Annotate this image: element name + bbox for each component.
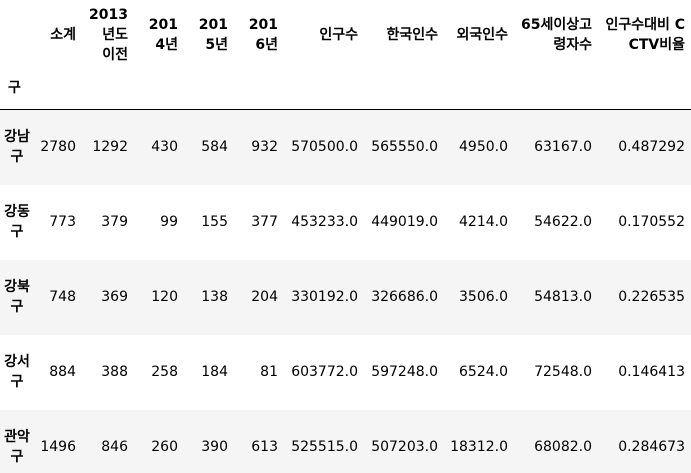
table-cell: 6524.0 xyxy=(459,364,508,380)
table-cell: 0.284673 xyxy=(618,439,685,455)
table-cell: 507203.0 xyxy=(371,439,438,455)
table-cell: 390 xyxy=(201,439,228,455)
table-cell: 155 xyxy=(201,214,228,230)
table-cell: 773 xyxy=(49,214,76,230)
table-cell: 846 xyxy=(101,439,128,455)
table-cell: 258 xyxy=(151,364,178,380)
table-cell: 260 xyxy=(151,439,178,455)
table-cell: 330192.0 xyxy=(291,289,358,305)
column-header-foreign-population: 외국인수 xyxy=(456,26,508,43)
dataframe-table: 소계 2013년도 이전 2014년 2015년 2016년 인구수 한국인수 … xyxy=(0,0,691,473)
table-cell: 565550.0 xyxy=(371,139,438,156)
column-header-cctv-ratio: 인구수대비 CCTV비율 xyxy=(605,16,685,53)
table-cell: 0.170552 xyxy=(618,214,685,230)
table-cell: 18312.0 xyxy=(450,439,508,455)
table-body: 강남구 2780 1292 430 584 932 570500.0 56555… xyxy=(0,109,691,473)
table-cell: 603772.0 xyxy=(291,364,358,380)
table-cell: 204 xyxy=(251,289,278,305)
table-row: 강남구 2780 1292 430 584 932 570500.0 56555… xyxy=(0,109,691,185)
table-cell: 570500.0 xyxy=(291,139,358,156)
table-cell: 326686.0 xyxy=(371,289,438,305)
table-cell: 430 xyxy=(151,139,178,156)
row-index-label: 강북구 xyxy=(4,279,30,315)
table-cell: 369 xyxy=(101,289,128,305)
row-index-label: 강남구 xyxy=(4,129,30,166)
row-index-label: 관악구 xyxy=(4,429,30,465)
table-cell: 1496 xyxy=(40,439,76,455)
column-header-subtotal: 소계 xyxy=(50,26,76,43)
table-cell: 184 xyxy=(201,364,228,380)
table-cell: 453233.0 xyxy=(291,214,358,230)
table-cell: 1292 xyxy=(92,139,128,156)
row-index-label: 강서구 xyxy=(4,354,30,390)
table-cell: 932 xyxy=(251,139,278,156)
column-header-row: 소계 2013년도 이전 2014년 2015년 2016년 인구수 한국인수 … xyxy=(0,0,691,67)
table-cell: 0.146413 xyxy=(618,364,685,380)
table-cell: 120 xyxy=(151,289,178,305)
index-name-label: 구 xyxy=(0,67,34,110)
row-index-label: 강동구 xyxy=(4,204,30,240)
table-cell: 884 xyxy=(49,364,76,380)
table-cell: 72548.0 xyxy=(534,364,592,380)
table-cell: 2780 xyxy=(40,139,76,156)
table-row: 관악구 1496 846 260 390 613 525515.0 507203… xyxy=(0,409,691,473)
column-header-2016: 2016년 xyxy=(248,16,278,53)
table-cell: 613 xyxy=(251,439,278,455)
table-cell: 4950.0 xyxy=(459,139,508,156)
table-cell: 68082.0 xyxy=(534,439,592,455)
table-row: 강서구 884 388 258 184 81 603772.0 597248.0… xyxy=(0,334,691,410)
table-cell: 0.487292 xyxy=(618,139,685,156)
table-cell: 0.226535 xyxy=(618,289,685,305)
table-row: 강북구 748 369 120 138 204 330192.0 326686.… xyxy=(0,259,691,335)
table-cell: 525515.0 xyxy=(291,439,358,455)
table-cell: 138 xyxy=(201,289,228,305)
table-cell: 3506.0 xyxy=(459,289,508,305)
table-cell: 388 xyxy=(101,364,128,380)
column-header-population: 인구수 xyxy=(319,26,358,43)
table-row: 강동구 773 379 99 155 377 453233.0 449019.0… xyxy=(0,184,691,260)
column-header-2015: 2015년 xyxy=(198,16,228,53)
column-header-2014: 2014년 xyxy=(148,16,178,53)
table-cell: 379 xyxy=(101,214,128,230)
notebook-output-area: 소계 2013년도 이전 2014년 2015년 2016년 인구수 한국인수 … xyxy=(0,0,691,473)
table-header: 소계 2013년도 이전 2014년 2015년 2016년 인구수 한국인수 … xyxy=(0,0,691,110)
table-cell: 99 xyxy=(160,214,178,230)
header-corner-cell xyxy=(0,0,34,67)
table-cell: 584 xyxy=(201,139,228,156)
table-cell: 449019.0 xyxy=(371,214,438,230)
column-header-before-2013: 2013년도 이전 xyxy=(89,6,128,63)
table-cell: 81 xyxy=(260,364,278,380)
table-cell: 63167.0 xyxy=(534,139,592,156)
table-cell: 54813.0 xyxy=(534,289,592,305)
index-name-row: 구 xyxy=(0,67,691,110)
table-cell: 748 xyxy=(49,289,76,305)
column-header-korean-population: 한국인수 xyxy=(386,26,438,43)
table-cell: 597248.0 xyxy=(371,364,438,380)
table-cell: 4214.0 xyxy=(459,214,508,230)
table-cell: 377 xyxy=(251,214,278,230)
column-header-elderly-population: 65세이상고령자수 xyxy=(520,16,592,53)
table-cell: 54622.0 xyxy=(534,214,592,230)
